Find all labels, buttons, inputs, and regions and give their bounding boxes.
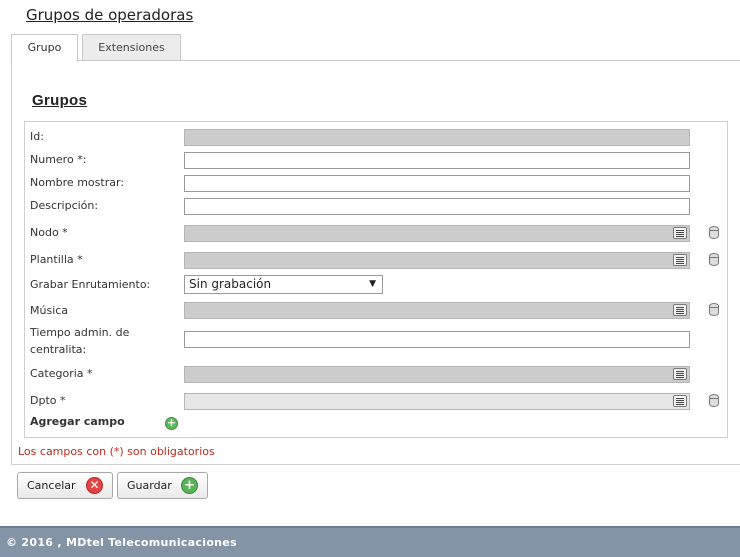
database-icon[interactable] (709, 226, 719, 239)
tab-bar: Grupo Extensiones (11, 34, 740, 62)
tiempo-admin-label-line2: centralita: (30, 343, 87, 356)
numero-field[interactable] (184, 152, 690, 169)
required-fields-note: Los campos con (*) son obligatorios (18, 445, 215, 458)
dropdown-arrow-icon: ▼ (369, 279, 376, 289)
cancel-button[interactable]: Cancelar ✕ (17, 472, 113, 499)
plantilla-label: Plantilla * (30, 253, 83, 266)
tiempo-admin-label-line1: Tiempo admin. de (30, 326, 130, 339)
dpto-field (184, 393, 690, 410)
musica-field (184, 302, 690, 319)
descripcion-field[interactable] (184, 198, 690, 215)
add-field-icon[interactable]: + (165, 417, 178, 430)
save-button-label: Guardar (127, 479, 172, 492)
list-icon[interactable] (673, 227, 687, 239)
tiempo-admin-field[interactable] (184, 331, 690, 348)
grabar-enrutamiento-value: Sin grabación (189, 277, 272, 291)
tab-grupo[interactable]: Grupo (11, 34, 78, 62)
id-label: Id: (30, 130, 44, 143)
database-icon[interactable] (709, 394, 719, 407)
grabar-enrutamiento-select[interactable]: Sin grabación ▼ (184, 275, 383, 294)
close-icon: ✕ (86, 477, 103, 494)
page-title: Grupos de operadoras (26, 6, 194, 24)
id-field (184, 129, 690, 146)
list-icon[interactable] (673, 395, 687, 407)
musica-label: Música (30, 304, 69, 317)
section-title: Grupos (32, 92, 88, 109)
plantilla-field (184, 252, 690, 269)
tab-extensiones[interactable]: Extensiones (82, 34, 181, 60)
list-icon[interactable] (673, 254, 687, 266)
descripcion-label: Descripción: (30, 199, 99, 212)
save-button[interactable]: Guardar + (117, 472, 208, 499)
footer-copyright: © 2016 , MDtel Telecomunicaciones (6, 536, 237, 549)
nodo-field (184, 225, 690, 242)
grabar-enrutamiento-label: Grabar Enrutamiento: (30, 278, 151, 291)
list-icon[interactable] (673, 304, 687, 316)
database-icon[interactable] (709, 253, 719, 266)
plus-icon: + (181, 477, 198, 494)
nombre-mostrar-field[interactable] (184, 175, 690, 192)
nombre-mostrar-label: Nombre mostrar: (30, 176, 124, 189)
cancel-button-label: Cancelar (27, 479, 76, 492)
database-icon[interactable] (709, 303, 719, 316)
categoria-field (184, 366, 690, 383)
categoria-label: Categoria * (30, 367, 93, 380)
dpto-label: Dpto * (30, 394, 66, 407)
agregar-campo-label: Agregar campo (30, 415, 125, 428)
numero-label: Numero *: (30, 153, 87, 166)
nodo-label: Nodo * (30, 226, 68, 239)
list-icon[interactable] (673, 368, 687, 380)
footer: © 2016 , MDtel Telecomunicaciones (0, 526, 740, 557)
